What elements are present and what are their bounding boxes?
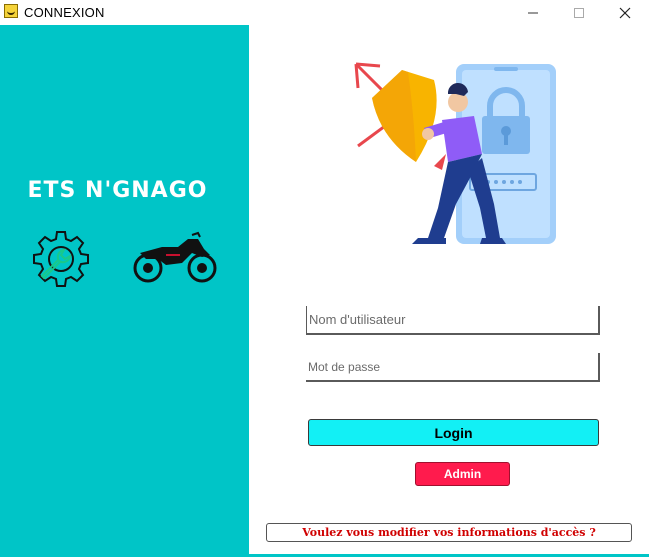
modify-access-button[interactable]: Voulez vous modifier vos informations d'… — [266, 523, 632, 542]
app-icon — [4, 4, 18, 18]
minimize-icon — [528, 12, 538, 13]
login-button[interactable]: Login — [308, 419, 599, 446]
close-button[interactable] — [602, 0, 648, 25]
security-shield-phone-illustration — [354, 62, 556, 244]
username-field[interactable] — [306, 306, 600, 335]
close-icon — [619, 7, 631, 18]
motorcycle-icon — [133, 231, 217, 283]
gear-wrench-icon — [33, 231, 89, 287]
password-field[interactable] — [306, 353, 600, 382]
minimize-button[interactable] — [510, 0, 556, 25]
title-bar: CONNEXION — [0, 0, 649, 25]
maximize-button[interactable] — [556, 0, 602, 25]
admin-button[interactable]: Admin — [415, 462, 510, 486]
company-name: ETS N'GNAGO — [27, 178, 208, 203]
window-title: CONNEXION — [24, 5, 105, 20]
sidebar: ETS N'GNAGO — [0, 25, 249, 557]
maximize-icon — [574, 7, 584, 18]
